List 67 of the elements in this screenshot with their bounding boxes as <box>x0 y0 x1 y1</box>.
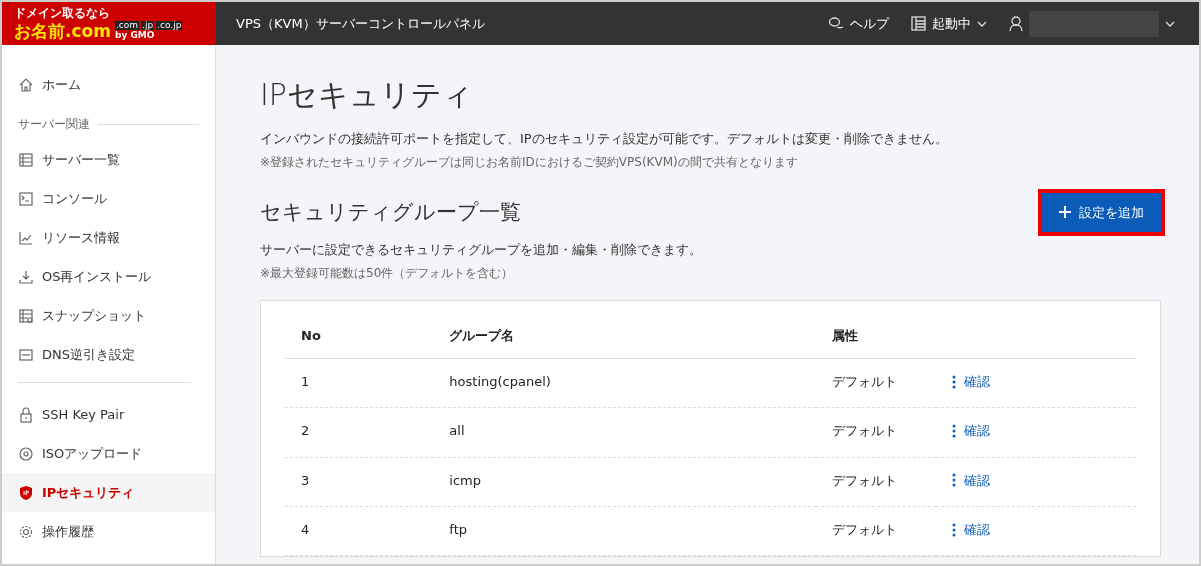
table-cell: 2 <box>285 407 434 457</box>
status-dropdown[interactable]: 起動中 <box>911 13 987 34</box>
kebab-menu-icon <box>951 522 956 537</box>
plus-icon <box>1059 206 1071 219</box>
sidebar-item[interactable]: DNS逆引き設定 <box>2 335 215 374</box>
section-title: セキュリティグループ一覧 <box>260 199 521 225</box>
gear-icon <box>18 523 34 540</box>
logo-byline: by GMO <box>114 31 155 41</box>
kebab-menu-icon <box>951 424 956 438</box>
table-cell: デフォルト <box>815 457 936 507</box>
sidebar-item[interactable]: IPセキュリティ <box>2 473 215 512</box>
section-note: ※最大登録可能数は50件（デフォルトを含む） <box>260 264 515 282</box>
table-cell: デフォルト <box>815 506 936 556</box>
table-cell: 1 <box>285 358 434 408</box>
kebab-menu-icon <box>951 374 956 389</box>
user-icon <box>1009 15 1023 32</box>
sidebar-item[interactable]: OS再インストール <box>2 257 215 296</box>
table-cell: ftp <box>433 506 816 556</box>
section-label: サーバー関連 <box>18 116 90 133</box>
table-cell: all <box>433 407 816 457</box>
lock-icon <box>18 406 34 423</box>
snapshot-icon <box>18 307 34 324</box>
confirm-link[interactable]: 確認 <box>951 519 990 540</box>
app-title: VPS（KVM）サーバーコントロールパネル <box>236 14 485 33</box>
server-list-icon <box>911 16 926 31</box>
page-title: IPセキュリティ <box>260 77 474 113</box>
column-header: グループ名 <box>433 312 816 359</box>
confirm-link[interactable]: 確認 <box>951 470 990 490</box>
sidebar-item[interactable]: 操作履歴 <box>2 512 215 551</box>
kebab-menu-icon <box>951 473 956 488</box>
table-cell: 3 <box>285 457 434 507</box>
table-cell: 4 <box>285 506 434 556</box>
sidebar-item[interactable]: リソース情報 <box>2 218 215 257</box>
sidebar-item[interactable]: コンソール <box>2 179 215 218</box>
logo-tagline: ドメイン取るなら <box>14 6 111 21</box>
sidebar-item[interactable]: サーバー一覧 <box>2 140 215 179</box>
sidebar-item[interactable]: スナップショット <box>2 296 215 335</box>
column-header: No <box>285 312 434 359</box>
caret-icon <box>977 20 987 27</box>
user-menu[interactable] <box>1009 10 1175 37</box>
page-description: インバウンドの接続許可ポートを指定して、IPのセキュリティ設定が可能です。デフォルトは変更・削除できません。 <box>260 130 949 148</box>
sidebar-item[interactable]: ホーム <box>2 65 215 104</box>
confirm-link[interactable]: 確認 <box>951 372 990 392</box>
sidebar-item[interactable]: ISOアップロード <box>2 434 215 473</box>
sidebar-item[interactable]: SSH Key Pair <box>2 395 215 434</box>
page-note: ※登録されたセキュリティグループは同じお名前IDにおけるご契約VPS(KVM)の間で共有となります <box>260 153 799 171</box>
disc-icon <box>18 445 34 462</box>
confirm-link[interactable]: 確認 <box>951 421 990 441</box>
section-description: サーバーに設定できるセキュリティグループを追加・編集・削除できます。 <box>260 241 703 259</box>
table-cell: icmp <box>433 457 816 507</box>
dns-icon <box>18 346 34 363</box>
shield-icon <box>18 484 34 501</box>
logo-domain: .com <box>114 21 140 31</box>
column-header: 属性 <box>815 312 936 359</box>
home-icon <box>18 76 34 93</box>
caret-icon <box>1165 20 1175 27</box>
console-icon <box>18 190 34 207</box>
list-icon <box>18 151 34 168</box>
table-cell: hosting(cpanel) <box>433 358 816 408</box>
download-icon <box>18 268 34 285</box>
logo-name: お名前.com <box>14 23 111 41</box>
table-cell: デフォルト <box>815 407 936 457</box>
line-chart-icon <box>18 229 34 246</box>
help-link[interactable]: ヘルプ <box>828 13 889 34</box>
table-cell: デフォルト <box>815 358 936 408</box>
logo-domain: .co.jp <box>156 21 183 31</box>
logo-domain: .jp <box>141 21 155 31</box>
